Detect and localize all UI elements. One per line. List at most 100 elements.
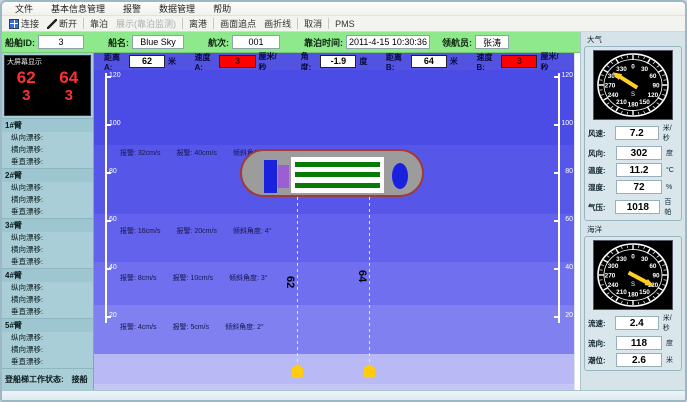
lateral-drift-label: 横向漂移: [2, 344, 93, 356]
plot-band [94, 70, 574, 145]
arm-section-4: 4#臂 纵向漂移: 横向漂移: 垂直漂移: [2, 268, 93, 318]
distance-a-value: 62 [129, 55, 165, 68]
svg-text:180: 180 [628, 291, 639, 298]
svg-text:270: 270 [605, 82, 616, 89]
axis-tick-label: 40 [565, 264, 573, 271]
berth-time-field[interactable] [346, 35, 430, 49]
disconnect-icon [47, 19, 57, 29]
svg-text:90: 90 [652, 82, 660, 89]
alarm-threshold-line: 报警: 8cm/s 报警: 10cm/s 倾斜角度: 3° [120, 273, 268, 283]
toolbar-separator [213, 18, 214, 29]
current-speed-label: 流速: [588, 318, 613, 329]
disconnect-button[interactable]: 断开 [43, 16, 81, 31]
arm-section-1: 1#臂 纵向漂移: 横向漂移: 垂直漂移: [2, 118, 93, 168]
axis-tick-label: 60 [109, 216, 117, 223]
dock-band [94, 354, 574, 384]
axis-tick-label: 100 [109, 120, 121, 127]
display-value-a: 62 [5, 68, 48, 87]
lateral-drift-label: 横向漂移: [2, 194, 93, 206]
longitudinal-drift-label: 纵向漂移: [2, 282, 93, 294]
measure-label-a: 62 [284, 276, 296, 288]
distance-a-label: 距离A: [104, 52, 126, 72]
svg-text:30: 30 [641, 66, 649, 73]
measurement-bar: 距离A: 62 米 速度A: 3 厘米/秒 角度: -1.9 度 距离B: 64 [94, 53, 574, 70]
arm-section-2: 2#臂 纵向漂移: 横向漂移: 垂直漂移: [2, 168, 93, 218]
svg-text:60: 60 [649, 73, 657, 80]
alarm-a: 报警: 4cm/s [120, 322, 157, 332]
menu-help[interactable]: 帮助 [204, 1, 240, 16]
voyage-field[interactable] [232, 35, 280, 49]
ship-name-label: 船名: [108, 36, 129, 49]
tilt-angle: 倾斜角度: 2° [225, 322, 264, 332]
right-axis [558, 73, 560, 323]
alarm-threshold-line: 报警: 4cm/s 报警: 5cm/s 倾斜角度: 2° [120, 322, 264, 332]
temperature-unit: °C [664, 167, 674, 174]
display-value-b: 64 [48, 68, 91, 87]
svg-text:270: 270 [605, 272, 616, 279]
connect-label: 连接 [21, 17, 39, 30]
lateral-drift-label: 横向漂移: [2, 294, 93, 306]
axis-tick-label: 40 [109, 264, 117, 271]
connect-button[interactable]: 连接 [5, 16, 43, 31]
ship-bow-tank [392, 163, 408, 189]
tide-level-unit: 米 [664, 355, 673, 365]
draw-line-button[interactable]: 画折线 [260, 16, 295, 31]
ship-graphic [240, 149, 424, 197]
voyage-label: 航次: [208, 36, 229, 49]
gangway-status-label: 登船梯工作状态: [5, 374, 64, 385]
lateral-drift-label: 横向漂移: [2, 144, 93, 156]
current-dir-value: 118 [616, 336, 662, 350]
ocean-group: 0306090120150180210240270300330S 流速:2.4米… [584, 236, 682, 371]
vertical-scrollbar[interactable] [574, 53, 580, 390]
arm-section-header: 5#臂 [2, 319, 93, 332]
ship-cargo-deck [291, 157, 384, 193]
toolbar-separator [297, 18, 298, 29]
toolbar: 连接 断开 靠泊 展示(靠泊监测) 离港 画面追点 画折线 取消 PMS [2, 16, 685, 32]
alarm-b: 报警: 20cm/s [176, 226, 216, 236]
axis-tick-label: 20 [109, 312, 117, 319]
current-speed-value: 2.4 [615, 316, 659, 330]
axis-tick-label: 120 [561, 72, 573, 79]
gangway-status: 登船梯工作状态: 接船 [2, 368, 93, 390]
measure-line-a [297, 197, 298, 365]
display-speed-a: 3 [5, 87, 48, 104]
pressure-label: 气压: [588, 202, 613, 213]
arm-section-header: 1#臂 [2, 119, 93, 132]
vertical-drift-label: 垂直漂移: [2, 306, 93, 318]
svg-text:0: 0 [631, 63, 635, 70]
longitudinal-drift-label: 纵向漂移: [2, 132, 93, 144]
svg-text:240: 240 [608, 282, 619, 289]
alarm-b: 报警: 5cm/s [173, 322, 210, 332]
ship-name-field[interactable] [132, 35, 184, 49]
drift-panel: 大屏幕显示 62 64 3 3 1#臂 纵向漂移: 横向漂移: 垂直漂移: [2, 53, 94, 390]
arm-section-header: 2#臂 [2, 169, 93, 182]
longitudinal-drift-label: 纵向漂移: [2, 232, 93, 244]
plot-band [94, 214, 574, 262]
menu-file[interactable]: 文件 [6, 1, 42, 16]
ship-id-field[interactable] [38, 35, 84, 49]
svg-text:S: S [631, 92, 635, 98]
menu-basic-info[interactable]: 基本信息管理 [42, 1, 114, 16]
axis-tick-label: 100 [561, 120, 573, 127]
depart-button[interactable]: 离港 [185, 16, 211, 31]
menu-alarm[interactable]: 报警 [114, 1, 150, 16]
display-speed-b: 3 [48, 87, 91, 104]
arm-section-3: 3#臂 纵向漂移: 横向漂移: 垂直漂移: [2, 218, 93, 268]
ship-info-bar: 船舶ID: 船名: 航次: 靠泊时间: 领航员: [2, 32, 580, 53]
pms-button[interactable]: PMS [331, 18, 359, 30]
big-screen-display: 大屏幕显示 62 64 3 3 [4, 55, 91, 116]
speed-a-value: 3 [219, 55, 255, 68]
gangway-status-value: 接船 [72, 374, 88, 385]
berth-button[interactable]: 靠泊 [86, 16, 112, 31]
wind-dir-label: 风向: [588, 148, 614, 159]
cancel-button[interactable]: 取消 [300, 16, 326, 31]
alarm-b: 报警: 10cm/s [173, 273, 213, 283]
ship-module-blue [264, 160, 277, 193]
track-point-button[interactable]: 画面追点 [216, 16, 260, 31]
menu-data[interactable]: 数据管理 [150, 1, 204, 16]
plot-bottom-edge [94, 384, 574, 390]
pilot-field[interactable] [475, 35, 509, 49]
current-dir-unit: 度 [664, 338, 673, 348]
status-bar [2, 390, 685, 400]
current-speed-unit: 米/秒 [661, 313, 678, 333]
